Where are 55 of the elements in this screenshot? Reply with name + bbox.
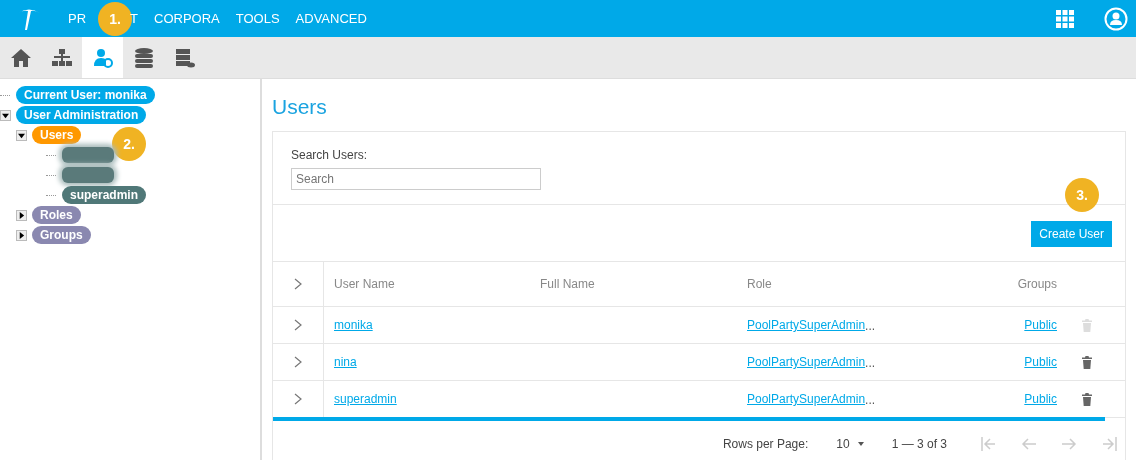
chevron-right-icon[interactable] — [294, 278, 302, 290]
tree-node[interactable]: User Administration — [16, 106, 147, 124]
group-link[interactable]: Public — [1024, 355, 1057, 369]
server-icon — [173, 46, 196, 69]
user-link[interactable]: superadmin — [334, 392, 397, 406]
tree-node[interactable]: Groups — [32, 226, 91, 244]
create-user-button[interactable]: Create User — [1031, 221, 1112, 247]
menu-item[interactable]: TOOLS — [235, 11, 280, 26]
role-link[interactable]: PoolPartySuperAdmin — [747, 392, 866, 406]
tree-node[interactable]: Users — [32, 126, 82, 144]
callout-marker: 2. — [112, 127, 146, 161]
role-link[interactable]: PoolPartySuperAdmin — [747, 318, 866, 332]
column-header[interactable]: Groups — [1017, 277, 1057, 291]
caret-icon — [857, 442, 864, 446]
role-link[interactable]: PoolPartySuperAdmin — [747, 355, 866, 369]
menu-item[interactable]: ADVANCED — [295, 11, 367, 26]
tree-node[interactable]: Roles — [32, 206, 81, 224]
callout-marker: 3. — [1065, 178, 1099, 212]
tree-toggle[interactable] — [16, 129, 27, 141]
menu-item[interactable]: PR — [68, 11, 87, 26]
column-header[interactable]: Full Name — [540, 277, 595, 291]
trash-icon[interactable] — [1082, 355, 1092, 369]
user-link[interactable]: nina — [334, 355, 357, 369]
chevron-right-icon[interactable] — [294, 393, 302, 405]
page-title: Users — [272, 95, 328, 119]
column-header[interactable]: Role — [747, 277, 772, 291]
tree-toggle[interactable] — [16, 209, 27, 221]
rows-per-page-label: Rows per Page: — [722, 437, 809, 451]
search-field[interactable]: Search — [291, 168, 541, 190]
home-icon — [9, 46, 32, 69]
user-avatar-icon[interactable] — [1104, 6, 1128, 31]
callout-marker: 1. — [98, 1, 133, 36]
group-link[interactable]: Public — [1024, 318, 1057, 332]
apps-grid-icon[interactable] — [1056, 9, 1074, 28]
tree-toggle[interactable] — [0, 109, 11, 121]
toolbar-tab[interactable] — [82, 37, 123, 78]
ellipsis: ... — [865, 393, 876, 407]
group-link[interactable]: Public — [1024, 392, 1057, 406]
rows-per-page-select[interactable]: 10 — [830, 436, 870, 452]
tree-node[interactable]: superadmin — [62, 186, 146, 204]
ellipsis: ... — [865, 319, 876, 333]
users-icon — [91, 46, 114, 69]
column-header[interactable]: User Name — [334, 277, 395, 291]
user-link[interactable]: monika — [334, 318, 373, 332]
page-range: 1 — 3 of 3 — [891, 437, 947, 451]
menu-item[interactable]: CORPORA — [154, 11, 220, 26]
trash-icon[interactable] — [1082, 392, 1092, 406]
chevron-right-icon[interactable] — [294, 319, 302, 331]
tree-toggle[interactable] — [16, 229, 27, 241]
tree-node[interactable]: Current User: monika — [16, 86, 155, 104]
search-label: Search Users: — [291, 148, 369, 162]
hierarchy-icon — [50, 46, 73, 69]
chevron-right-icon[interactable] — [294, 356, 302, 368]
ellipsis: ... — [865, 356, 876, 370]
database-icon — [132, 46, 155, 69]
